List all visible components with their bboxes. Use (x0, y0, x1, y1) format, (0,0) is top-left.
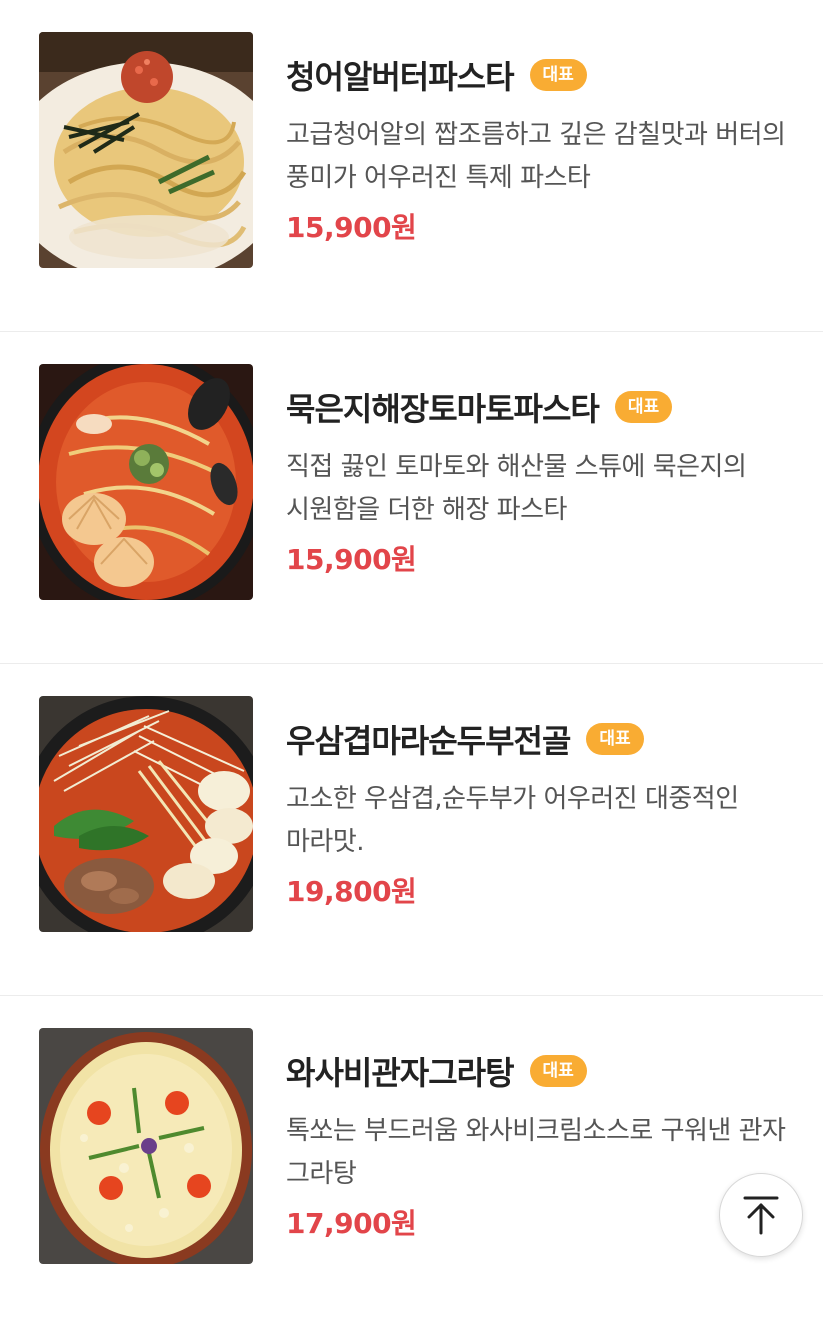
menu-item-description: 톡쏘는 부드러움 와사비크림소스로 구워낸 관자 그라탕 (286, 1116, 786, 1189)
menu-list: 청어알버터파스타 대표 고급청어알의 짭조름하고 깊은 감칠맛과 버터의 풍미가… (0, 0, 823, 1328)
title-row: 와사비관자그라탕 대표 (286, 1046, 796, 1096)
menu-item-photo[interactable] (39, 1028, 253, 1264)
pasta-roe-butter-photo (39, 32, 253, 268)
menu-item-price: 19,800원 (286, 875, 417, 908)
menu-item-description: 고급청어알의 짭조름하고 깊은 감칠맛과 버터의 풍미가 어우러진 특제 파스타 (286, 120, 786, 193)
menu-item-info: 우삼겹마라순두부전골 대표 고소한 우삼겹,순두부가 어우러진 대중적인 마라맛… (286, 714, 796, 910)
menu-item-info: 청어알버터파스타 대표 고급청어알의 짭조름하고 깊은 감칠맛과 버터의 풍미가… (286, 50, 796, 246)
signature-badge: 대표 (529, 1055, 587, 1087)
menu-item-photo[interactable] (39, 32, 253, 268)
menu-item-price: 15,900원 (286, 211, 417, 244)
title-row: 우삼겹마라순두부전골 대표 (286, 714, 796, 764)
signature-badge: 대표 (614, 391, 673, 423)
menu-item-description: 고소한 우삼겹,순두부가 어우러진 대중적인 마라맛. (286, 784, 739, 857)
arrow-up-icon (743, 1196, 779, 1235)
menu-item-title: 우삼겹마라순두부전골 (286, 722, 571, 760)
menu-item[interactable]: 와사비관자그라탕 대표 톡쏘는 부드러움 와사비크림소스로 구워낸 관자 그라탕… (0, 996, 823, 1328)
menu-item-photo[interactable] (39, 364, 253, 600)
menu-item-price: 15,900원 (286, 543, 417, 576)
title-row: 청어알버터파스타 대표 (286, 50, 796, 100)
signature-badge: 대표 (586, 723, 644, 755)
menu-item-title: 묵은지해장토마토파스타 (286, 390, 600, 428)
mala-sundubu-hotpot-photo (39, 696, 253, 932)
title-row: 묵은지해장토마토파스타 대표 (286, 382, 796, 432)
menu-item[interactable]: 우삼겹마라순두부전골 대표 고소한 우삼겹,순두부가 어우러진 대중적인 마라맛… (0, 664, 823, 996)
pasta-tomato-seafood-photo (39, 364, 253, 600)
menu-item[interactable]: 묵은지해장토마토파스타 대표 직접 끓인 토마토와 해산물 스튜에 묵은지의 시… (0, 332, 823, 664)
menu-item-info: 묵은지해장토마토파스타 대표 직접 끓인 토마토와 해산물 스튜에 묵은지의 시… (286, 382, 796, 578)
wasabi-scallop-gratin-photo (39, 1028, 253, 1264)
menu-item-title: 와사비관자그라탕 (286, 1054, 515, 1092)
menu-item[interactable]: 청어알버터파스타 대표 고급청어알의 짭조름하고 깊은 감칠맛과 버터의 풍미가… (0, 0, 823, 332)
scroll-to-top-button[interactable] (719, 1173, 803, 1257)
menu-item-description: 직접 끓인 토마토와 해산물 스튜에 묵은지의 시원함을 더한 해장 파스타 (286, 452, 747, 525)
menu-item-photo[interactable] (39, 696, 253, 932)
menu-item-title: 청어알버터파스타 (286, 58, 515, 96)
signature-badge: 대표 (529, 59, 587, 91)
